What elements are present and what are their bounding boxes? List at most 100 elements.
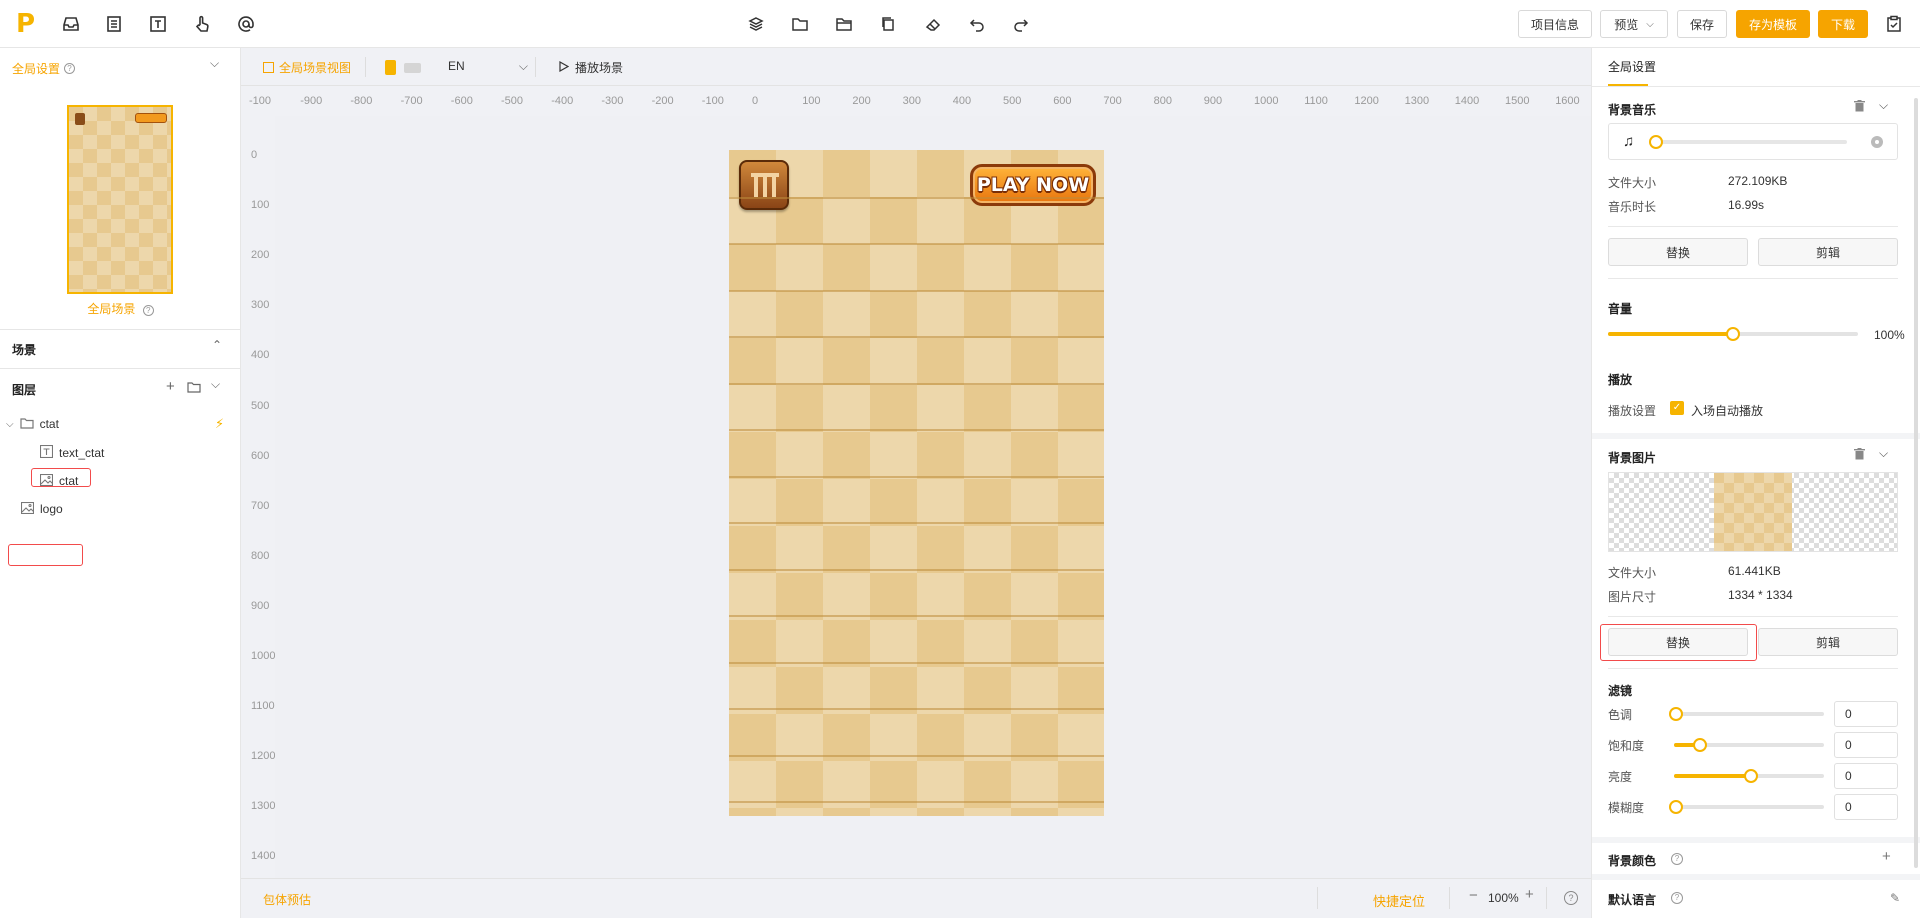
- caret-down-icon[interactable]: ⌵: [6, 419, 14, 430]
- game-logo-icon[interactable]: [739, 160, 789, 210]
- filter-knob[interactable]: [1669, 800, 1683, 814]
- chevron-down-icon: ⌵: [518, 59, 528, 73]
- scene-view-tab[interactable]: 全局场景视图: [263, 59, 351, 76]
- bg-image-title: 背景图片: [1608, 451, 1657, 465]
- default-language-title: 默认语言: [1608, 893, 1657, 907]
- top-toolbar: P 项目信息 预览 ⌵ 保存 存为模板 下载: [0, 0, 1920, 48]
- layer-name: logo: [40, 502, 63, 516]
- play-now-button[interactable]: PLAY NOW: [970, 164, 1096, 206]
- autoplay-checkbox[interactable]: ✓: [1670, 401, 1684, 415]
- ruler-tick-label: 1000: [251, 650, 275, 662]
- folder-icon[interactable]: [788, 12, 812, 36]
- music-note-icon[interactable]: ♫: [1623, 133, 1634, 150]
- filter-slider[interactable]: [1669, 800, 1824, 814]
- ruler-tick-label: 400: [952, 95, 972, 107]
- copy-icon[interactable]: [876, 12, 900, 36]
- preview-dropdown[interactable]: 预览 ⌵: [1600, 10, 1668, 38]
- chevron-down-icon[interactable]: ⌵: [1879, 98, 1888, 113]
- thumbnail-playnow-icon: [135, 113, 167, 123]
- filter-value-input[interactable]: 0: [1834, 794, 1898, 820]
- help-icon[interactable]: ?: [1671, 853, 1683, 865]
- app-logo[interactable]: P: [16, 10, 42, 38]
- ruler-tick-label: -400: [551, 95, 574, 107]
- redo-icon[interactable]: [1009, 12, 1033, 36]
- zoom-out-button[interactable]: −: [1469, 887, 1478, 904]
- portrait-orientation-toggle[interactable]: [385, 60, 396, 75]
- help-icon[interactable]: ?: [64, 63, 76, 74]
- game-preview[interactable]: PLAY NOW: [729, 150, 1104, 816]
- layer-row-text-ctat[interactable]: text_ctat: [0, 440, 241, 466]
- tile-seam: [729, 475, 1104, 478]
- music-progress-knob[interactable]: [1649, 135, 1663, 149]
- global-settings-header[interactable]: 全局设置 ?: [12, 60, 76, 77]
- divider: [0, 368, 241, 369]
- replace-music-button[interactable]: 替换: [1608, 238, 1748, 266]
- eraser-icon[interactable]: [921, 12, 945, 36]
- edit-image-button[interactable]: 剪辑: [1758, 628, 1898, 656]
- hand-tool-icon[interactable]: [190, 12, 214, 36]
- record-icon[interactable]: [1871, 136, 1883, 148]
- add-icon[interactable]: +: [1882, 848, 1891, 865]
- volume-knob[interactable]: [1726, 327, 1740, 341]
- package-estimate-link[interactable]: 包体预估: [263, 891, 311, 908]
- edit-pencil-icon[interactable]: ✎: [1890, 891, 1900, 905]
- music-progress-slider[interactable]: [1649, 135, 1847, 149]
- edit-music-button[interactable]: 剪辑: [1758, 238, 1898, 266]
- tile-seam: [729, 568, 1104, 571]
- text-tool-icon[interactable]: [146, 12, 170, 36]
- filter-value-input[interactable]: 0: [1834, 763, 1898, 789]
- new-folder-icon[interactable]: [187, 381, 201, 396]
- filter-value-input[interactable]: 0: [1834, 701, 1898, 727]
- help-icon[interactable]: ?: [1564, 891, 1578, 905]
- add-icon[interactable]: +: [166, 378, 175, 395]
- chevron-down-icon[interactable]: ⌵: [211, 377, 220, 392]
- help-icon[interactable]: ?: [1671, 892, 1683, 904]
- quick-locate-button[interactable]: 快捷定位: [1373, 891, 1425, 910]
- trash-icon[interactable]: [1854, 100, 1865, 115]
- filter-slider[interactable]: [1674, 769, 1824, 783]
- filter-value-input[interactable]: 0: [1834, 732, 1898, 758]
- lightning-icon[interactable]: ⚡: [215, 416, 224, 432]
- filter-knob[interactable]: [1693, 738, 1707, 752]
- play-scene-button[interactable]: 播放场景: [559, 59, 623, 76]
- layer-row-ctat-folder[interactable]: ⌵ ctat ⚡: [0, 411, 241, 437]
- text-layer-icon: [39, 444, 54, 461]
- clipboard-check-icon[interactable]: [1882, 12, 1906, 36]
- chevron-down-icon[interactable]: ⌵: [210, 56, 219, 71]
- filter-knob[interactable]: [1669, 707, 1683, 721]
- project-info-button[interactable]: 项目信息: [1518, 10, 1592, 38]
- inbox-icon[interactable]: [59, 12, 83, 36]
- folder-open-icon[interactable]: [832, 12, 856, 36]
- filter-slider[interactable]: [1674, 738, 1824, 752]
- global-scene-thumbnail[interactable]: [67, 105, 173, 294]
- save-template-button[interactable]: 存为模板: [1736, 10, 1810, 38]
- landscape-orientation-toggle[interactable]: [404, 63, 421, 73]
- bg-image-preview[interactable]: [1608, 472, 1898, 552]
- chevron-up-icon[interactable]: ⌃: [212, 338, 222, 352]
- play-title: 播放: [1608, 373, 1633, 387]
- layers-icon[interactable]: [744, 12, 768, 36]
- volume-slider[interactable]: [1608, 327, 1858, 341]
- layout-icon[interactable]: [102, 12, 126, 36]
- undo-icon[interactable]: [965, 12, 989, 36]
- ruler-tick-label: -800: [350, 95, 373, 107]
- tile-seam: [729, 243, 1104, 245]
- ruler-tick-label: 300: [251, 299, 270, 312]
- image-file-size-label: 文件大小: [1608, 566, 1657, 580]
- filter-slider[interactable]: [1669, 707, 1824, 721]
- language-select[interactable]: EN ⌵: [448, 59, 528, 74]
- save-button[interactable]: 保存: [1677, 10, 1727, 38]
- ruler-tick-label: 1500: [1505, 95, 1530, 107]
- download-button[interactable]: 下载: [1818, 10, 1868, 38]
- image-layer-icon: [20, 501, 35, 517]
- trash-icon[interactable]: [1854, 448, 1865, 463]
- tab-global-settings[interactable]: 全局设置: [1608, 58, 1656, 75]
- scrollbar[interactable]: [1914, 98, 1918, 868]
- ruler-tick-label: -900: [300, 95, 323, 107]
- at-icon[interactable]: [234, 12, 258, 36]
- filter-knob[interactable]: [1744, 769, 1758, 783]
- zoom-in-button[interactable]: +: [1525, 886, 1534, 903]
- chevron-down-icon[interactable]: ⌵: [1879, 446, 1888, 461]
- help-icon[interactable]: ?: [142, 305, 154, 316]
- layer-row-logo[interactable]: logo: [0, 496, 241, 522]
